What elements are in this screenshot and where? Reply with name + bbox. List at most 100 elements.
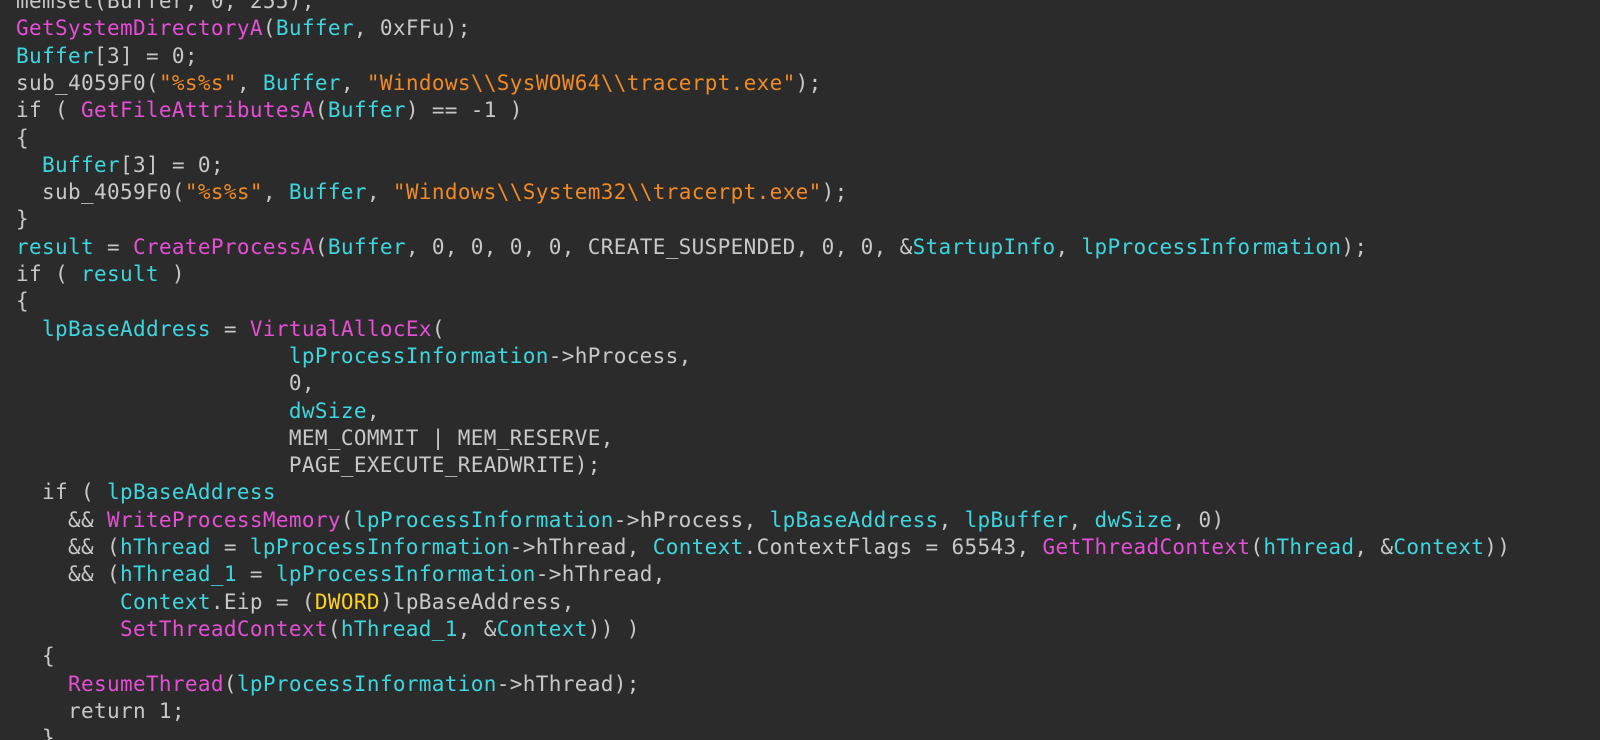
code-line[interactable]: && WriteProcessMemory(lpProcessInformati… <box>16 507 1224 534</box>
code-token-func: GetThreadContext <box>1042 535 1251 559</box>
code-token-var: Buffer <box>288 180 367 205</box>
code-token-var: lpProcessInformation <box>1081 234 1342 259</box>
code-token-var: lpProcessInformation <box>353 507 614 532</box>
code-token-plain: = <box>210 316 250 341</box>
code-token-plain: , <box>938 507 965 532</box>
code-token-plain: memset(Buffer, 0, 255); <box>16 0 315 13</box>
code-token-var: hThread <box>1263 535 1355 559</box>
code-line[interactable]: { <box>16 643 55 670</box>
code-token-func: GetSystemDirectoryA <box>16 16 263 41</box>
code-token-plain: , <box>262 180 289 205</box>
code-token-plain: [3] = 0; <box>119 152 224 177</box>
code-token-plain: = <box>236 562 276 587</box>
code-token-plain: , <box>366 180 393 205</box>
decompiler-code-view[interactable]: memset(Buffer, 0, 255); GetSystemDirector… <box>0 0 1600 740</box>
code-line[interactable]: return 1; <box>16 698 185 725</box>
code-token-plain: 0, <box>16 371 315 396</box>
code-line[interactable]: && (hThread = lpProcessInformation->hThr… <box>16 534 1510 561</box>
code-token-plain: } <box>16 726 55 740</box>
code-token-plain: = <box>210 535 250 559</box>
code-line[interactable]: SetThreadContext(hThread_1, &Context)) ) <box>16 616 640 643</box>
code-token-plain: { <box>16 125 29 150</box>
code-token-func: ResumeThread <box>67 671 224 696</box>
code-token-var: hThread_1 <box>119 562 237 587</box>
code-line[interactable]: Buffer[3] = 0; <box>16 152 224 179</box>
code-line[interactable]: if ( GetFileAttributesA(Buffer) == -1 ) <box>16 97 523 124</box>
code-token-plain: , <box>340 70 367 95</box>
code-token-var: lpBuffer <box>964 507 1069 532</box>
code-token-var: Context <box>1393 535 1485 559</box>
code-line[interactable]: MEM_COMMIT | MEM_RESERVE, <box>16 425 614 452</box>
code-line[interactable]: 0, <box>16 370 315 397</box>
code-token-plain: ->hProcess, <box>548 343 692 368</box>
code-line[interactable]: && (hThread_1 = lpProcessInformation->hT… <box>16 561 666 588</box>
code-line[interactable]: } <box>16 725 55 740</box>
code-token-var: dwSize <box>1094 507 1173 532</box>
code-token-plain: , & <box>457 616 497 641</box>
code-token-plain: return 1; <box>16 698 185 723</box>
code-line[interactable]: { <box>16 125 29 152</box>
code-token-plain: ) == -1 ) <box>405 98 523 123</box>
code-token-plain: { <box>16 289 29 314</box>
code-token-plain: if ( <box>16 480 107 505</box>
code-line[interactable]: Buffer[3] = 0; <box>16 43 198 70</box>
code-line[interactable]: ResumeThread(lpProcessInformation->hThre… <box>16 671 640 698</box>
code-token-plain: ( <box>262 16 276 41</box>
code-token-var: dwSize <box>288 398 367 423</box>
code-token-plain: sub_4059F0( <box>16 180 185 205</box>
code-line[interactable]: dwSize, <box>16 398 380 425</box>
code-line[interactable]: { <box>16 288 29 315</box>
code-token-string: "%s%s" <box>158 70 237 95</box>
code-token-var: Buffer <box>327 98 406 123</box>
code-line[interactable]: memset(Buffer, 0, 255); <box>16 0 315 15</box>
code-token-plain: ( <box>1250 535 1264 559</box>
code-line[interactable]: result = CreateProcessA(Buffer, 0, 0, 0,… <box>16 234 1367 261</box>
code-token-plain: && ( <box>16 562 120 587</box>
code-token-plain: , & <box>1354 535 1394 559</box>
code-line[interactable]: Context.Eip = (DWORD)lpBaseAddress, <box>16 589 575 616</box>
code-token-plain: [3] = 0; <box>93 43 198 68</box>
code-token-var: Context <box>119 589 211 614</box>
code-token-var: Buffer <box>275 16 354 41</box>
code-token-plain: .Eip = ( <box>210 589 315 614</box>
code-line[interactable]: if ( lpBaseAddress <box>16 479 276 506</box>
code-token-plain: )lpBaseAddress, <box>379 589 575 614</box>
code-line[interactable]: lpBaseAddress = VirtualAllocEx( <box>16 316 445 343</box>
code-token-func: SetThreadContext <box>119 616 328 641</box>
code-token-plain: , <box>1068 507 1095 532</box>
code-token-plain: )) <box>1484 535 1511 559</box>
code-token-func: CreateProcessA <box>132 234 315 259</box>
code-token-plain: = <box>93 234 133 259</box>
code-line[interactable]: sub_4059F0("%s%s", Buffer, "Windows\\Sys… <box>16 70 822 97</box>
code-token-var: lpBaseAddress <box>106 480 276 505</box>
code-token-plain: && <box>16 507 107 532</box>
code-line[interactable]: } <box>16 206 29 233</box>
code-line[interactable]: PAGE_EXECUTE_READWRITE); <box>16 452 601 479</box>
code-token-plain: .ContextFlags = 65543, <box>743 535 1043 559</box>
code-line[interactable]: sub_4059F0("%s%s", Buffer, "Windows\\Sys… <box>16 179 848 206</box>
code-line[interactable]: if ( result ) <box>16 261 185 288</box>
code-token-var: Buffer <box>262 70 341 95</box>
code-token-var: Buffer <box>327 234 406 259</box>
code-token-plain: , 0) <box>1172 507 1225 532</box>
code-token-func: GetFileAttributesA <box>80 98 315 123</box>
code-token-plain: , <box>236 70 263 95</box>
code-token-var: Buffer <box>42 152 120 177</box>
code-token-plain: ); <box>1341 234 1368 259</box>
code-token-plain: ( <box>327 616 341 641</box>
code-token-plain: ->hThread, <box>509 535 653 559</box>
code-token-plain: , <box>366 398 380 423</box>
code-line[interactable]: GetSystemDirectoryA(Buffer, 0xFFu); <box>16 15 471 42</box>
code-token-plain: ( <box>314 98 328 123</box>
code-token-plain: PAGE_EXECUTE_READWRITE); <box>16 453 601 478</box>
code-line[interactable]: lpProcessInformation->hProcess, <box>16 343 692 370</box>
code-token-plain: ) <box>158 262 185 286</box>
code-token-string: "Windows\\System32\\tracerpt.exe" <box>392 180 822 205</box>
code-token-plain: , 0, 0, 0, 0, CREATE_SUSPENDED, 0, 0, & <box>405 234 913 259</box>
code-token-plain: , <box>1055 234 1082 259</box>
